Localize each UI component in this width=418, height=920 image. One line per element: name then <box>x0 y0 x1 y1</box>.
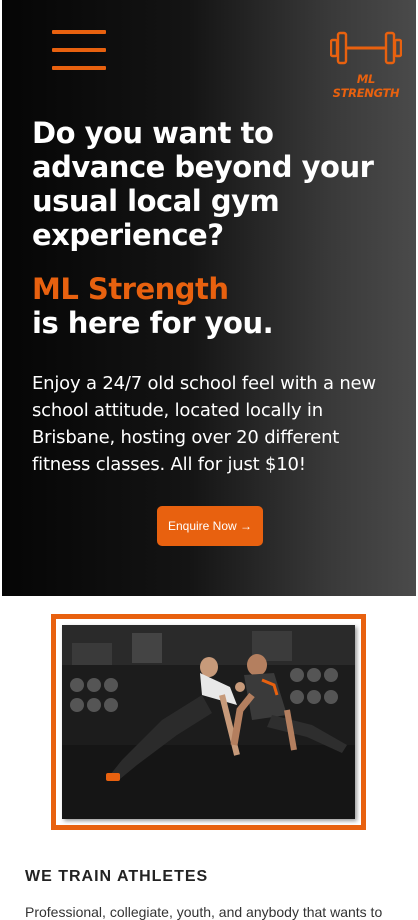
enquire-now-button[interactable]: Enquire Now → <box>157 506 263 546</box>
hero-section: ML STRENGTH Do you want to advance beyon… <box>2 0 416 596</box>
menu-bar <box>52 30 106 34</box>
section-title: WE TRAIN ATHLETES <box>25 868 209 885</box>
gym-photo <box>62 625 355 819</box>
hero-intro-text: Enjoy a 24/7 old school feel with a new … <box>32 373 376 475</box>
gym-photo-frame <box>51 614 366 830</box>
logo[interactable]: ML STRENGTH <box>324 28 408 100</box>
dumbbell-icon <box>330 31 402 65</box>
menu-bar <box>52 66 106 70</box>
hero-subheadline: is here for you. <box>32 306 274 340</box>
section-text: Professional, collegiate, youth, and any… <box>25 904 383 920</box>
partner-workout-image <box>62 625 355 819</box>
brand-name: ML Strength <box>32 272 229 306</box>
hero-headline: Do you want to advance beyond your usual… <box>32 116 374 252</box>
logo-text: ML STRENGTH <box>332 72 400 100</box>
menu-bar <box>52 48 106 52</box>
hamburger-menu-icon[interactable] <box>52 30 106 70</box>
